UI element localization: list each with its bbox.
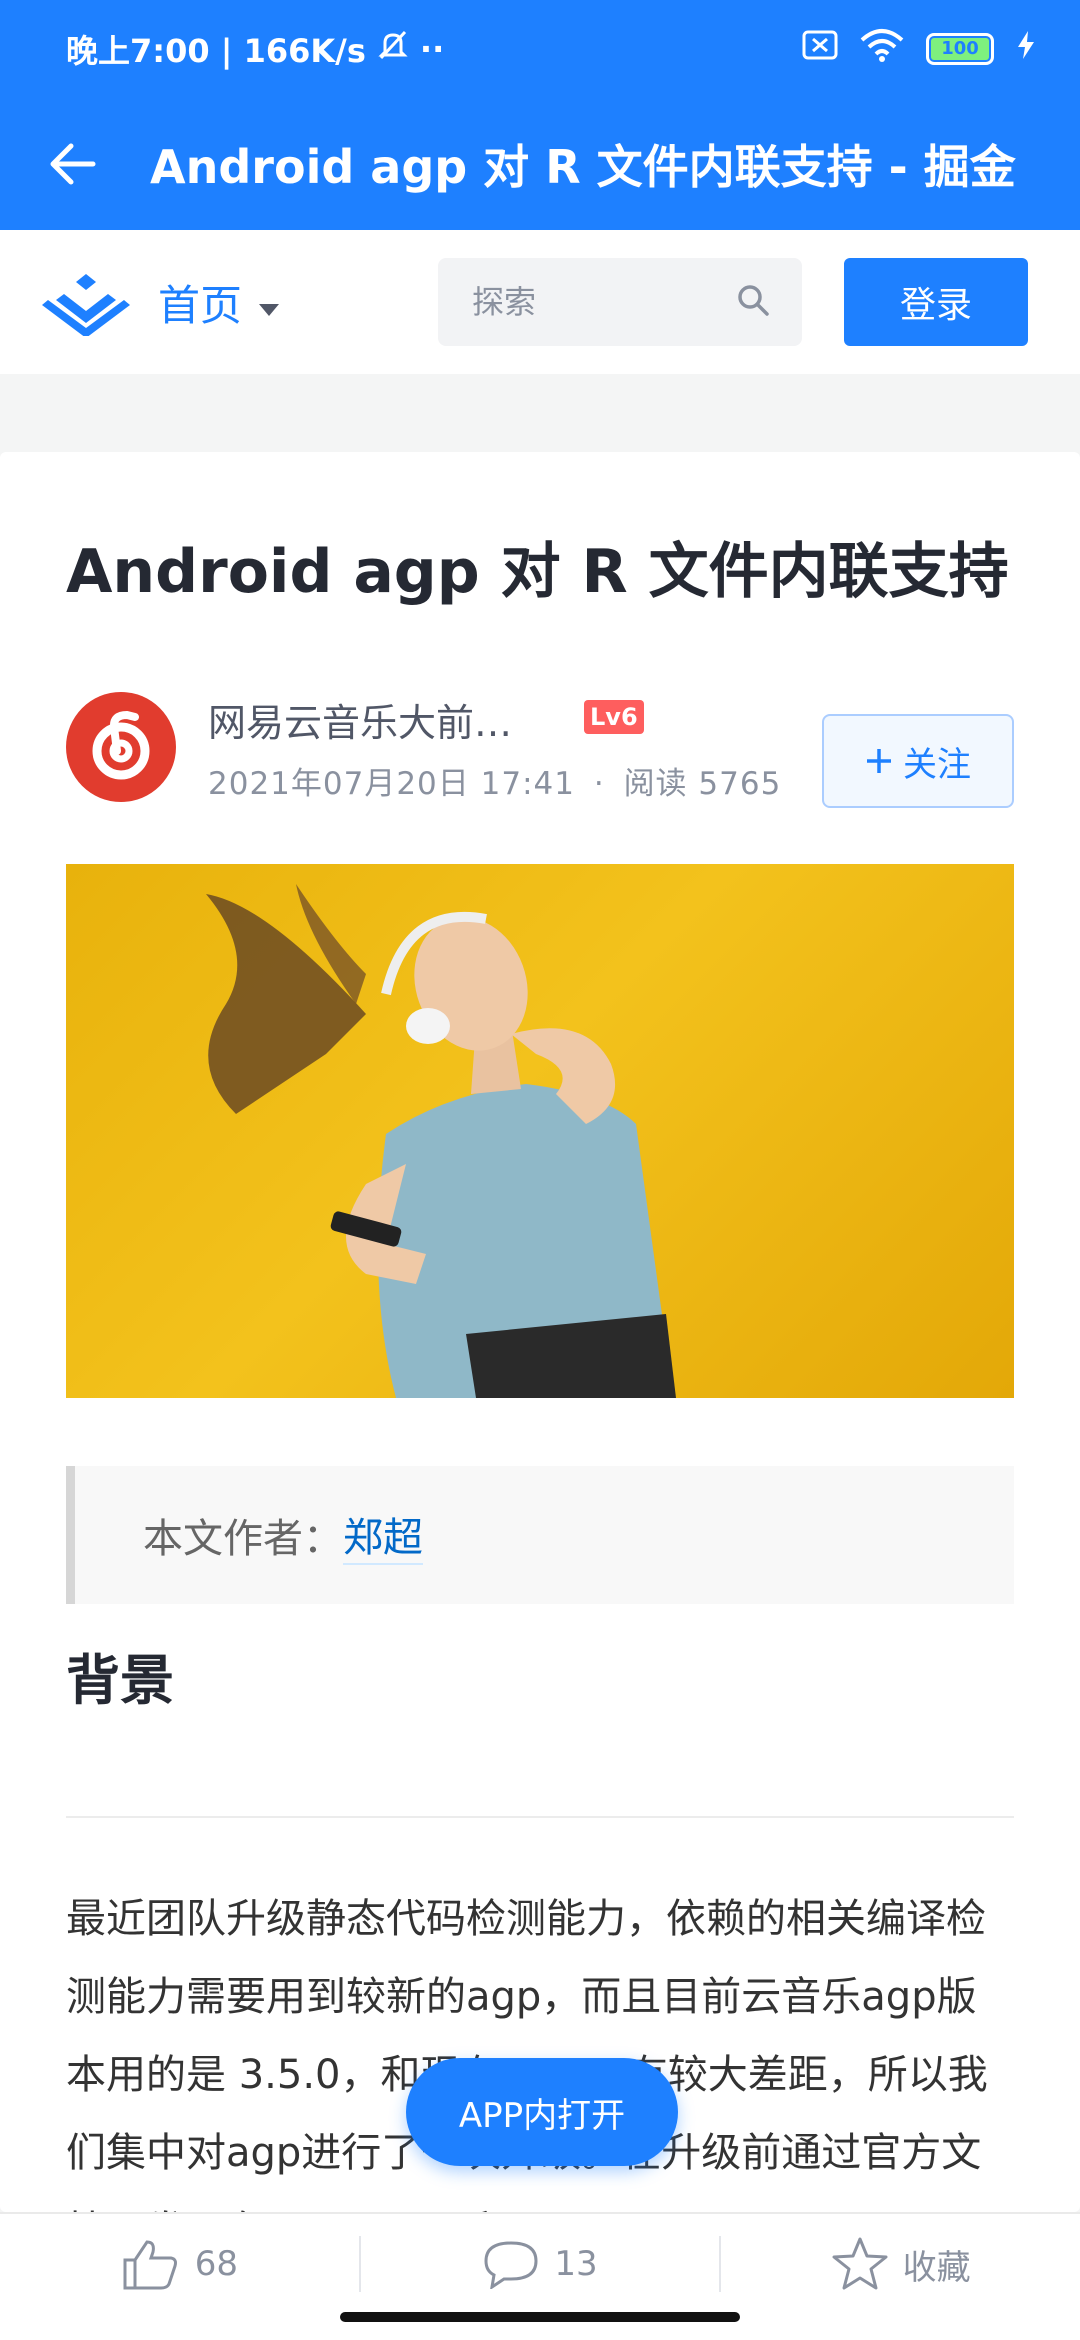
thumbs-up-icon	[123, 2240, 177, 2290]
author-quote: 本文作者： 郑超	[66, 1466, 1014, 1604]
author-name[interactable]: 网易云音乐大前…	[208, 692, 512, 747]
meta-dot: ·	[593, 766, 605, 802]
status-left: 晚上7:00 | 166K/s ··	[66, 26, 444, 72]
back-button[interactable]	[0, 98, 150, 230]
article-title: Android agp 对 R 文件内联支持	[66, 537, 1009, 607]
section-divider	[66, 1816, 1014, 1818]
search-input[interactable]	[472, 283, 722, 321]
article-meta: 2021年07月20日 17:41 · 阅读 5765	[208, 758, 781, 803]
follow-button[interactable]: 关注	[822, 714, 1014, 808]
open-in-app-button[interactable]: APP内打开	[406, 2058, 678, 2166]
article-card: Android agp 对 R 文件内联支持 网易云音乐大前… Lv6 2021…	[0, 452, 1080, 2212]
follow-label: 关注	[903, 744, 971, 785]
quote-author-link[interactable]: 郑超	[343, 1505, 423, 1565]
caret-down-icon	[258, 278, 280, 327]
battery-level: 100	[931, 38, 989, 60]
star-icon	[832, 2237, 888, 2290]
sim-off-icon	[802, 30, 838, 68]
juejin-logo-icon[interactable]	[42, 270, 130, 340]
publish-date: 2021年07月20日 17:41	[208, 766, 575, 802]
status-dots: ··	[419, 30, 445, 68]
back-arrow-icon	[50, 143, 96, 185]
status-time: 晚上7:00 | 166K/s	[66, 32, 366, 70]
home-dropdown[interactable]: 首页	[158, 274, 280, 330]
comment-icon	[484, 2241, 538, 2289]
section-heading: 背景	[66, 1649, 174, 1712]
login-button[interactable]: 登录	[844, 258, 1028, 346]
mute-icon	[376, 28, 410, 70]
search-icon[interactable]	[736, 283, 770, 321]
collect-button[interactable]: 收藏	[721, 2214, 1080, 2340]
page-title: Android agp 对 R 文件内联支持 - 掘金	[150, 140, 1016, 194]
site-navbar: 首页 登录	[0, 230, 1080, 374]
wifi-icon	[860, 28, 904, 70]
collect-label: 收藏	[902, 2247, 971, 2288]
search-box[interactable]	[438, 258, 802, 346]
home-label: 首页	[158, 280, 243, 330]
battery-icon: 100	[926, 33, 994, 65]
level-badge: Lv6	[584, 700, 644, 734]
quote-prefix: 本文作者：	[143, 1516, 343, 1562]
status-bar: 晚上7:00 | 166K/s ·· 100	[0, 0, 1080, 98]
like-button[interactable]: 68	[0, 2214, 359, 2340]
cover-image	[66, 864, 1014, 1398]
read-count: 阅读 5765	[623, 766, 782, 802]
plus-icon	[867, 749, 891, 773]
status-right: 100	[802, 28, 1036, 70]
home-indicator[interactable]	[340, 2312, 740, 2322]
like-count: 68	[194, 2244, 238, 2284]
netease-music-logo-icon	[92, 710, 150, 780]
charging-icon	[1016, 30, 1036, 68]
comment-count: 13	[554, 2244, 598, 2284]
author-avatar[interactable]	[66, 692, 176, 802]
title-bar: Android agp 对 R 文件内联支持 - 掘金	[0, 98, 1080, 230]
